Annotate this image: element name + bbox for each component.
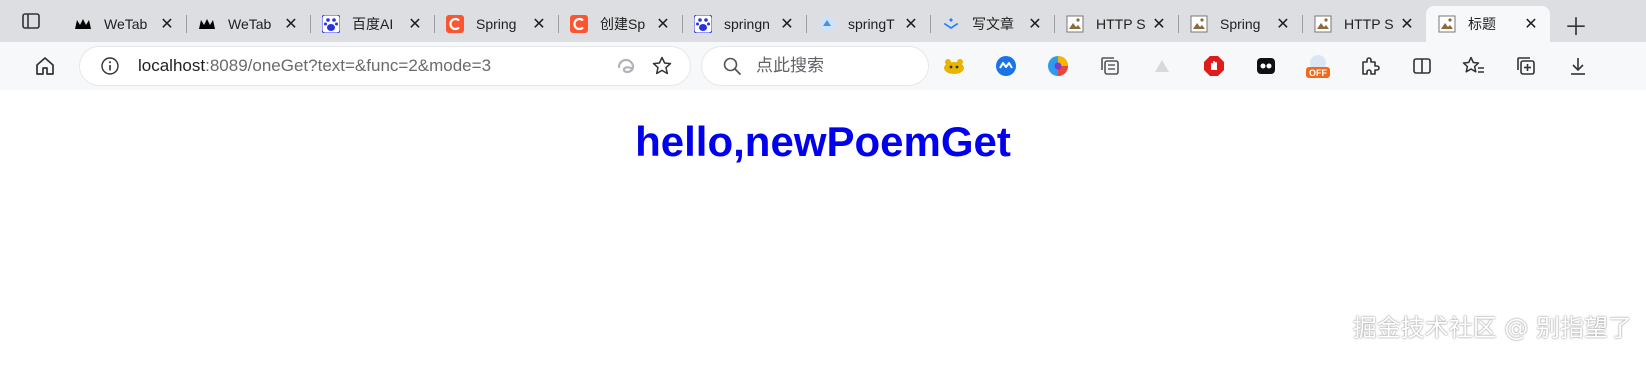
- new-tab-button[interactable]: ＋: [1550, 6, 1602, 42]
- tab-title: springn: [724, 16, 770, 32]
- tab[interactable]: Spring ✕: [434, 6, 558, 42]
- tab[interactable]: WeTab ✕: [186, 6, 310, 42]
- extensions-puzzle-icon[interactable]: [1344, 42, 1396, 90]
- colorful-ball-icon[interactable]: [1032, 42, 1084, 90]
- broken-image-icon: [1190, 15, 1208, 33]
- close-icon[interactable]: ✕: [778, 15, 796, 33]
- tab[interactable]: WeTab ✕: [62, 6, 186, 42]
- address-bar[interactable]: localhost:8089/oneGet?text=&func=2&mode=…: [80, 47, 690, 85]
- close-icon[interactable]: ✕: [654, 15, 672, 33]
- tab[interactable]: HTTP S ✕: [1302, 6, 1426, 42]
- tab-title: WeTab: [228, 16, 272, 32]
- blue-extension-icon[interactable]: [980, 42, 1032, 90]
- split-screen-icon[interactable]: [1396, 42, 1448, 90]
- collections-icon[interactable]: [1084, 42, 1136, 90]
- tab-title: Spring: [476, 16, 517, 32]
- close-icon[interactable]: ✕: [158, 15, 176, 33]
- tab-actions-button[interactable]: [0, 0, 62, 42]
- csdn-c-icon: [570, 15, 588, 33]
- gray-triangle-icon[interactable]: [1136, 42, 1188, 90]
- csdn-c-icon: [446, 15, 464, 33]
- broken-image-icon: [1438, 15, 1456, 33]
- tab-title: HTTP S: [1344, 16, 1394, 32]
- home-button[interactable]: [30, 51, 60, 81]
- close-icon[interactable]: ✕: [530, 15, 548, 33]
- tab[interactable]: 标题 ✕: [1426, 6, 1550, 42]
- tab-title: 写文章: [972, 16, 1014, 32]
- baidu-paw-icon: [694, 15, 712, 33]
- close-icon[interactable]: ✕: [902, 15, 920, 33]
- tab-title: 百度AI: [352, 16, 394, 32]
- tab[interactable]: 写文章 ✕: [930, 6, 1054, 42]
- search-box[interactable]: [702, 47, 928, 85]
- red-stop-icon[interactable]: [1188, 42, 1240, 90]
- wetab-logo-icon: [74, 15, 92, 33]
- blue-circle-icon: [818, 15, 836, 33]
- download-icon[interactable]: [1552, 42, 1604, 90]
- tab-title: 标题: [1468, 16, 1496, 32]
- broken-image-icon: [1314, 15, 1332, 33]
- close-icon[interactable]: ✕: [1274, 15, 1292, 33]
- watermark: 掘金技术社区 @ 别指望了: [1352, 314, 1632, 342]
- url-path: :8089/oneGet?text=&func=2&mode=3: [205, 56, 492, 75]
- close-icon[interactable]: ✕: [282, 15, 300, 33]
- off-badge-icon[interactable]: OFF: [1292, 42, 1344, 90]
- browser-toolbar: localhost:8089/oneGet?text=&func=2&mode=…: [0, 42, 1646, 90]
- tab-title: 创建Sp: [600, 16, 646, 32]
- tampermonkey-icon[interactable]: [928, 42, 980, 90]
- black-eyes-icon[interactable]: [1240, 42, 1292, 90]
- tab-title: springT: [848, 16, 895, 32]
- tab-strip: WeTab ✕ WeTab ✕ 百度AI ✕ Spring ✕ 创建Sp ✕ springn ✕ spr…: [0, 0, 1646, 42]
- off-badge-label: OFF: [1309, 68, 1327, 78]
- star-icon[interactable]: [648, 52, 676, 80]
- url-host: localhost: [138, 56, 206, 75]
- tab[interactable]: Spring ✕: [1178, 6, 1302, 42]
- favorites-icon[interactable]: [1448, 42, 1500, 90]
- tab[interactable]: springn ✕: [682, 6, 806, 42]
- broken-image-icon: [1066, 15, 1084, 33]
- tab[interactable]: springT ✕: [806, 6, 930, 42]
- juejin-logo-icon: [942, 15, 960, 33]
- tab-actions-icon: [22, 13, 40, 29]
- tab-title: WeTab: [104, 16, 148, 32]
- tab-title: HTTP S: [1096, 16, 1146, 32]
- close-icon[interactable]: ✕: [1522, 15, 1540, 33]
- home-icon: [36, 57, 54, 75]
- plus-icon: ＋: [1564, 13, 1588, 41]
- baidu-paw-icon: [322, 15, 340, 33]
- close-icon[interactable]: ✕: [1398, 15, 1416, 33]
- edge-read-aloud-icon[interactable]: [612, 52, 640, 80]
- wetab-logo-icon: [198, 15, 216, 33]
- collections-add-icon[interactable]: [1500, 42, 1552, 90]
- close-icon[interactable]: ✕: [1026, 15, 1044, 33]
- tab-title: Spring: [1220, 16, 1261, 32]
- search-input[interactable]: [756, 56, 906, 76]
- close-icon[interactable]: ✕: [406, 15, 424, 33]
- page-heading: hello,newPoemGet: [635, 118, 1011, 165]
- close-icon[interactable]: ✕: [1150, 15, 1168, 33]
- tab[interactable]: 创建Sp ✕: [558, 6, 682, 42]
- tab[interactable]: HTTP S ✕: [1054, 6, 1178, 42]
- url-text[interactable]: localhost:8089/oneGet?text=&func=2&mode=…: [138, 56, 604, 76]
- search-icon: [723, 57, 741, 75]
- tab[interactable]: 百度AI ✕: [310, 6, 434, 42]
- site-info-icon[interactable]: [100, 56, 120, 76]
- page-content: hello,newPoemGet 掘金技术社区 @ 别指望了: [0, 90, 1646, 367]
